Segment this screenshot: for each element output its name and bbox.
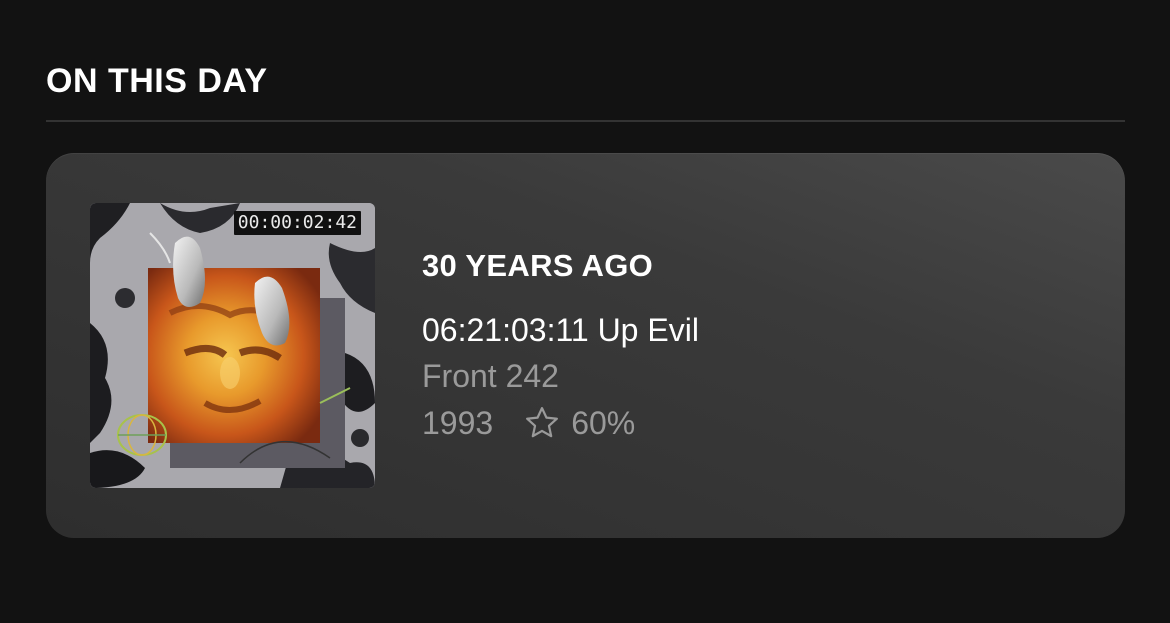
cover-timecode: 00:00:02:42	[233, 211, 361, 235]
section-title: ON THIS DAY	[46, 62, 268, 100]
on-this-day-card[interactable]: 00:00:02:42 30 YEARS AGO 06:21:03:11 Up …	[46, 153, 1125, 538]
track-info: 30 YEARS AGO 06:21:03:11 Up Evil Front 2…	[422, 246, 1082, 443]
album-cover-art	[90, 203, 375, 488]
album-cover[interactable]: 00:00:02:42	[90, 203, 375, 488]
rating-value: 60%	[571, 405, 636, 441]
track-meta: 1993 60%	[422, 403, 1082, 443]
section-divider	[46, 120, 1125, 122]
years-ago-label: 30 YEARS AGO	[422, 248, 654, 283]
track-title[interactable]: 06:21:03:11 Up Evil	[422, 310, 1082, 350]
on-this-day-page: ON THIS DAY 00:00:02:42 30 YEARS AGO 06:…	[0, 0, 1170, 623]
release-year: 1993	[422, 405, 494, 441]
artist-name[interactable]: Front 242	[422, 356, 1082, 396]
star-outline-icon	[526, 407, 559, 438]
